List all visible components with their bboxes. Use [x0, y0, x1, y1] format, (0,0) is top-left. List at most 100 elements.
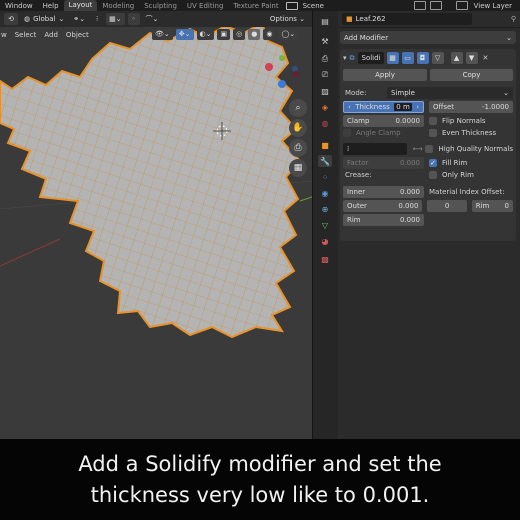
wireframe-shading-icon[interactable]: ◎ — [233, 29, 246, 40]
decrement-arrow-icon[interactable]: ‹ — [348, 103, 351, 111]
editor-type-icon[interactable]: ▤ — [318, 15, 332, 27]
copy-button[interactable]: Copy — [430, 69, 513, 81]
pan-hand-icon[interactable]: ✋ — [289, 119, 307, 137]
orientation-dropdown[interactable]: ◍ Global ⌄ — [21, 13, 67, 25]
properties-editor: ■ Leaf.262 ⚲ Add Modifier ⌄ ▾ ⧉ Solidi ▦… — [338, 11, 520, 439]
scene-tab-icon[interactable]: ◈ — [318, 101, 332, 113]
collapse-chevron-icon[interactable]: ▾ — [343, 54, 347, 62]
even-thickness-checkbox[interactable]: Even Thickness — [429, 129, 496, 137]
add-modifier-dropdown[interactable]: Add Modifier ⌄ — [340, 31, 516, 44]
tool-tab-icon[interactable]: ⚒ — [318, 35, 332, 47]
solid-shading-icon[interactable]: ● — [248, 29, 261, 40]
modifier-tab-icon[interactable]: 🔧 — [318, 155, 332, 167]
flip-normals-checkbox[interactable]: Flip Normals — [429, 117, 486, 125]
chevron-down-icon: ⌄ — [503, 89, 509, 97]
move-up-icon[interactable]: ▲ — [450, 52, 463, 64]
scene-selector[interactable]: Scene — [298, 2, 329, 10]
menu-window[interactable]: Window — [0, 2, 38, 10]
menu-object[interactable]: Object — [66, 31, 89, 39]
clamp-field[interactable]: Clamp 0.0000 — [343, 115, 424, 127]
constraints-tab-icon[interactable]: ⊕ — [318, 203, 332, 215]
apply-button[interactable]: Apply — [343, 69, 427, 81]
tab-texture-paint[interactable]: Texture Paint — [228, 2, 283, 10]
visibility-icon[interactable]: 👁⌄ — [152, 29, 173, 40]
crease-inner-field[interactable]: Inner 0.000 — [343, 186, 424, 198]
view-layer-tab-icon[interactable]: ▨ — [318, 85, 332, 97]
solidify-modifier-panel: ▾ ⧉ Solidi ▦ ▭ ◘ ▽ ▲ ▼ ✕ Apply Copy Mode… — [340, 49, 516, 241]
material-rim-offset-field[interactable]: Rim 0 — [471, 200, 513, 212]
edit-mode-toggle-icon[interactable]: ▦ — [386, 52, 399, 64]
xray-icon[interactable]: ▣ — [217, 29, 231, 40]
options-dropdown[interactable]: Options ⌄ — [267, 13, 308, 25]
angle-clamp-checkbox[interactable]: Angle Clamp — [343, 129, 424, 137]
proportional-edit-toggle[interactable]: ◦ — [127, 13, 140, 25]
material-offset-field[interactable]: 0 — [427, 200, 467, 212]
falloff-icon[interactable]: ⌒⌄ — [143, 13, 162, 25]
material-shading-icon[interactable]: ◉ — [263, 29, 276, 40]
particles-tab-icon[interactable]: ⁘ — [318, 171, 332, 183]
tab-sculpting[interactable]: Sculpting — [139, 2, 182, 10]
menu-view[interactable]: w — [1, 31, 7, 39]
mode-dropdown[interactable]: Simple ⌄ — [387, 87, 513, 99]
object-name-field[interactable]: ■ Leaf.262 — [342, 13, 472, 25]
move-down-icon[interactable]: ▼ — [465, 52, 478, 64]
flip-normals-label: Flip Normals — [442, 117, 486, 125]
menu-add[interactable]: Add — [44, 31, 58, 39]
thickness-label: Thickness — [355, 103, 390, 111]
data-tab-icon[interactable]: ▽ — [318, 219, 332, 231]
pivot-icon[interactable]: ⚭⌄ — [70, 13, 88, 25]
remove-modifier-icon[interactable]: ✕ — [483, 54, 489, 62]
grid-view-icon[interactable]: ▦ — [289, 159, 307, 177]
snap-icon[interactable]: ⁝ — [91, 13, 103, 25]
tab-modeling[interactable]: Modeling — [97, 2, 139, 10]
crease-rim-field[interactable]: Rim 0.000 — [343, 214, 424, 226]
overlay-toggle-icon[interactable]: ◐⌄ — [196, 29, 215, 40]
offset-field[interactable]: Offset -1.0000 — [429, 101, 513, 113]
camera-icon[interactable]: ⎙ — [289, 139, 307, 157]
y-axis-line — [299, 196, 312, 202]
factor-field[interactable]: Factor 0.000 — [343, 157, 424, 169]
render-tab-icon[interactable]: ⎙ — [318, 53, 332, 65]
material-tab-icon[interactable]: ◕ — [318, 235, 332, 247]
high-quality-normals-checkbox[interactable]: High Quality Normals — [425, 145, 513, 153]
zoom-icon[interactable]: ⌕ — [289, 99, 307, 117]
increment-arrow-icon[interactable]: › — [416, 103, 419, 111]
checkmark-icon: ✓ — [429, 159, 437, 167]
crease-outer-field[interactable]: Outer 0.000 — [343, 200, 423, 212]
pin-icon[interactable]: ⚲ — [511, 15, 516, 23]
chevron-down-icon: ⌄ — [58, 15, 65, 23]
texture-tab-icon[interactable]: ▩ — [318, 253, 332, 265]
rim-label: Rim — [347, 216, 361, 224]
only-rim-checkbox[interactable]: Only Rim — [429, 171, 474, 179]
view-layer-icon — [455, 1, 468, 10]
invert-vertex-group-icon[interactable]: ⟷ — [412, 145, 422, 153]
3d-viewport[interactable]: ⟲ ◍ Global ⌄ ⚭⌄ ⁝ ▦⌄ ◦ ⌒⌄ Options ⌄ w Se… — [0, 11, 312, 439]
checkbox-box — [343, 129, 351, 137]
thickness-field[interactable]: ‹ Thickness 0 m › — [343, 101, 424, 113]
physics-tab-icon[interactable]: ◉ — [318, 187, 332, 199]
object-tab-icon[interactable]: ■ — [318, 139, 332, 151]
modifier-name-field[interactable]: Solidi — [357, 52, 384, 64]
rendered-shading-icon[interactable]: ◯⌄ — [278, 29, 299, 40]
cage-toggle-icon[interactable]: ▽ — [431, 52, 444, 64]
view-layer-selector[interactable]: View Layer — [472, 2, 514, 10]
menu-select[interactable]: Select — [15, 31, 37, 39]
output-tab-icon[interactable]: ⎚ — [318, 69, 332, 81]
tab-uv-editing[interactable]: UV Editing — [182, 2, 229, 10]
render-toggle-icon[interactable]: ◘ — [416, 52, 429, 64]
crease-label: Crease: — [345, 171, 372, 179]
menu-help[interactable]: Help — [38, 2, 64, 10]
thickness-value: 0 m — [394, 103, 412, 111]
viewport-toggle-icon[interactable]: ▭ — [401, 52, 414, 64]
fill-rim-checkbox[interactable]: ✓ Fill Rim — [429, 159, 467, 167]
new-scene-icon[interactable] — [413, 1, 426, 10]
delete-scene-icon[interactable] — [429, 1, 442, 10]
transform-orientation-icon[interactable]: ⟲ — [4, 13, 18, 25]
world-tab-icon[interactable]: ◍ — [318, 117, 332, 129]
options-label: Options — [269, 15, 297, 23]
vertex-group-field[interactable]: ⁞ — [343, 143, 408, 155]
snapping-toggle[interactable]: ▦⌄ — [106, 13, 125, 25]
gizmo-toggle-icon[interactable]: ✥⌄ — [175, 29, 194, 40]
object-icon: ■ — [346, 15, 353, 23]
tab-layout[interactable]: Layout — [63, 0, 98, 11]
